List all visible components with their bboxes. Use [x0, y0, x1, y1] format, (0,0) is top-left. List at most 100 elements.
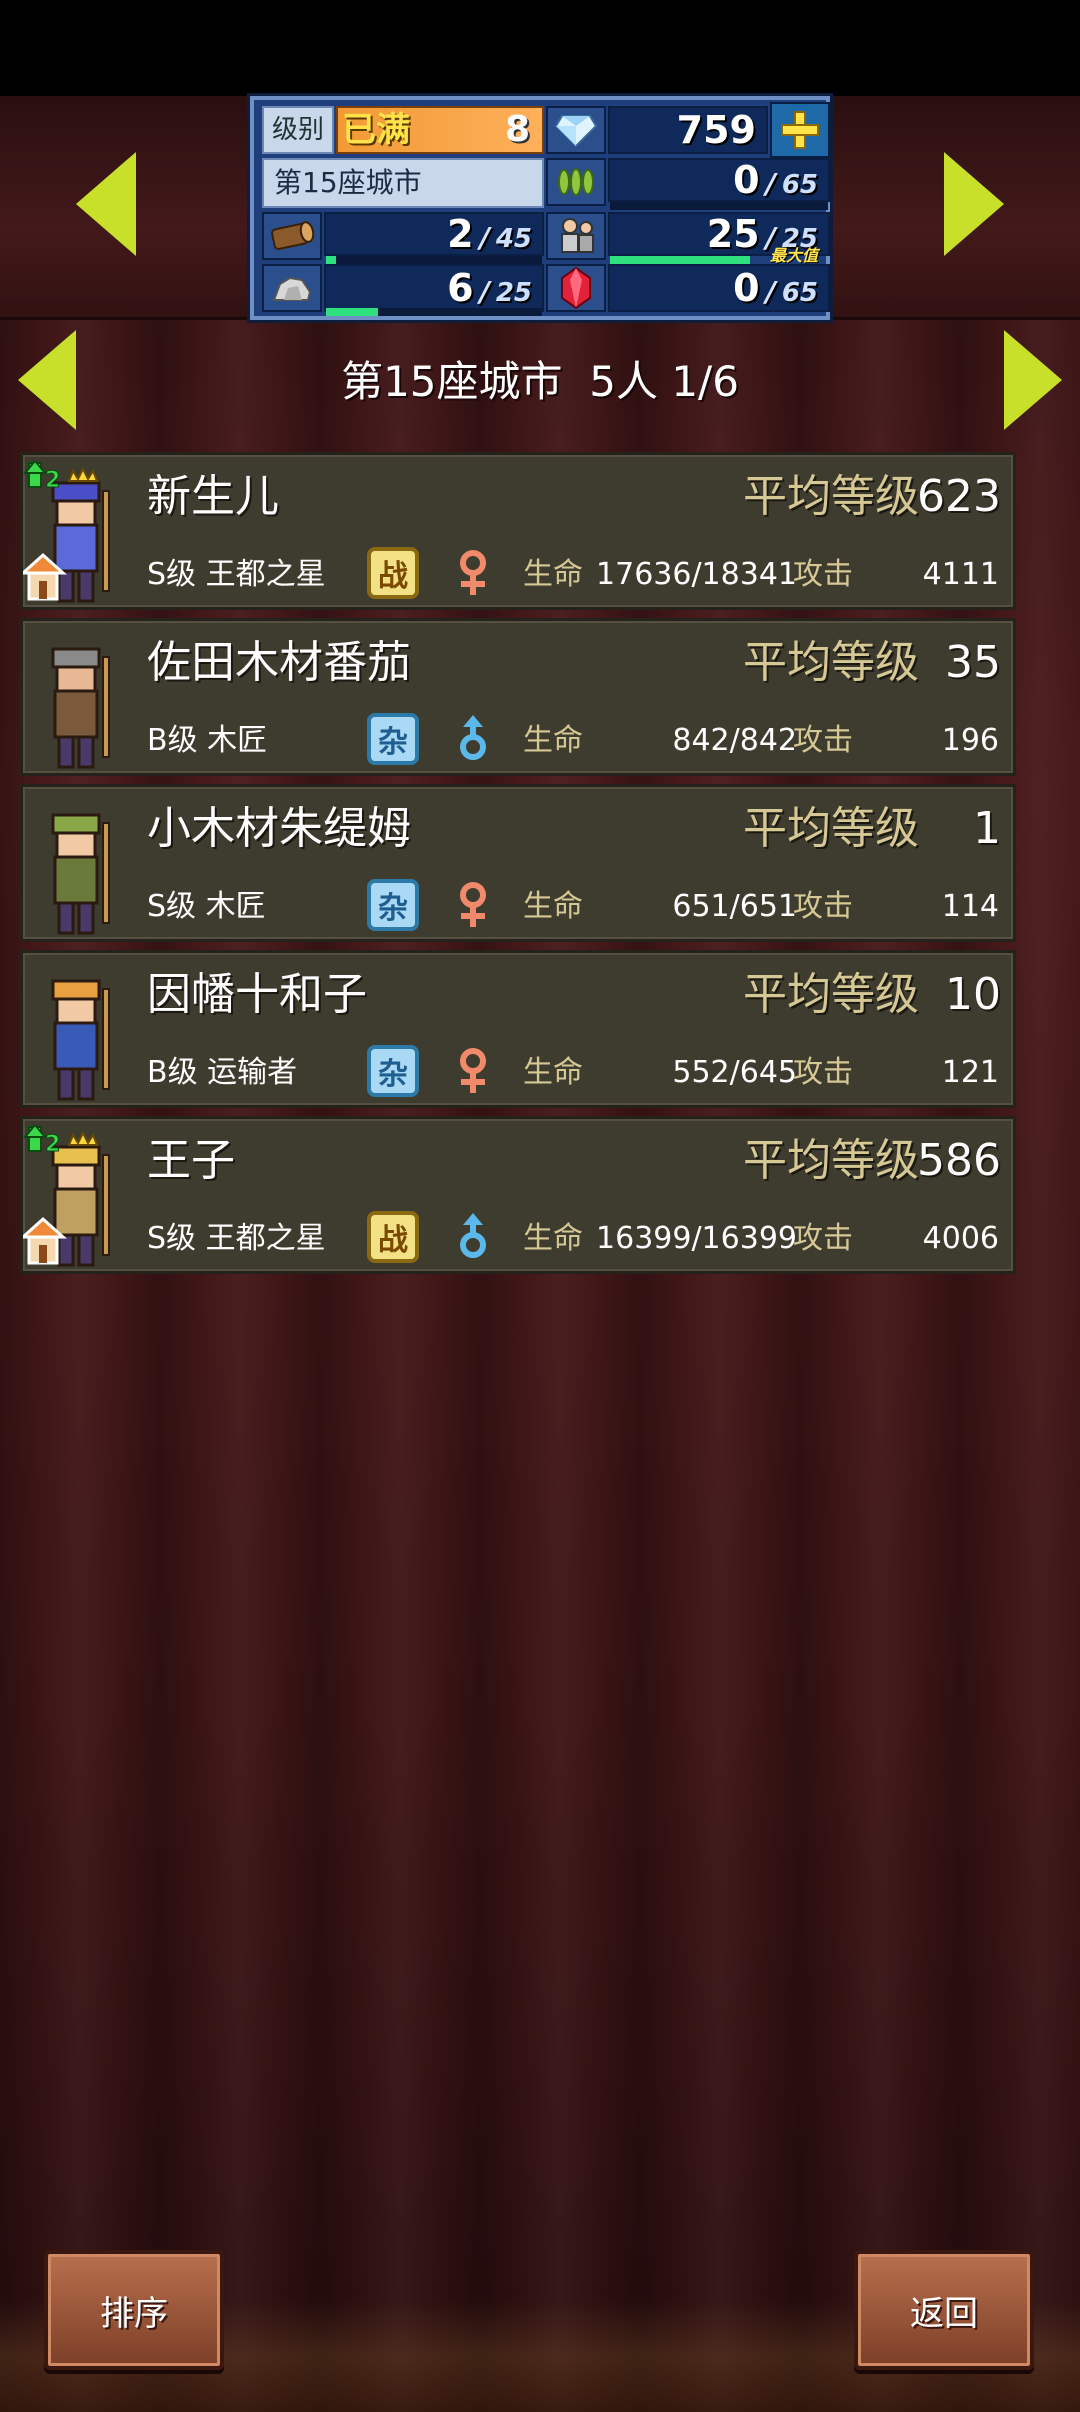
avg-level-value: 10: [945, 969, 1001, 1020]
hp-value: 552/645: [672, 1055, 797, 1090]
promotion-count: 2: [45, 468, 60, 493]
attack-value: 121: [941, 1055, 999, 1090]
female-icon: [460, 550, 486, 595]
rank-job: S级 王都之星: [147, 557, 326, 592]
attack-label: 攻击: [793, 889, 853, 924]
plus-icon: [781, 111, 819, 149]
character-portrait: 2: [23, 1125, 110, 1267]
hp-value: 17636/18341: [596, 557, 797, 592]
rank-job: S级 木匠: [147, 889, 266, 924]
character-portrait: [51, 647, 110, 769]
job-type-badge: 战: [367, 547, 419, 599]
wood-value: 2/45: [324, 212, 544, 256]
resident-row[interactable]: 2 新生儿 平均等级 623 S级 王都之星 战 生命 17636/18341 …: [20, 452, 1016, 610]
next-city-arrow-icon[interactable]: [1004, 330, 1062, 430]
stone-bar: [326, 308, 542, 316]
female-icon: [460, 882, 486, 927]
hp-value: 842/842: [672, 723, 797, 758]
population-bar: [610, 256, 750, 264]
sort-button[interactable]: 排序: [44, 2250, 224, 2370]
job-type-badge: 杂: [367, 1045, 419, 1097]
stone-bar-fill: [326, 308, 378, 316]
rank-job: B级 木匠: [147, 723, 268, 758]
promotion-icon: 2: [23, 1125, 61, 1158]
attack-label: 攻击: [793, 1055, 853, 1090]
resident-name: 因幡十和子: [147, 969, 367, 1020]
stone-icon: [262, 264, 322, 312]
city-title-people: 5人: [589, 357, 658, 406]
hp-label: 生命: [523, 557, 583, 592]
attack-value: 4006: [922, 1221, 999, 1256]
attack-label: 攻击: [793, 557, 853, 592]
rank-job: B级 运输者: [147, 1055, 298, 1090]
wood-icon: [262, 212, 322, 260]
city-title: 第15座城市 5人 1/6: [240, 350, 840, 414]
character-portrait: [51, 979, 110, 1101]
food-bar: [610, 202, 828, 210]
crown-icon: [67, 1130, 99, 1146]
food-icon: [546, 158, 606, 206]
hp-label: 生命: [523, 1221, 583, 1256]
ruby-icon: [546, 264, 606, 312]
level-max-text: 已满: [342, 110, 410, 150]
hp-value: 651/651: [672, 889, 797, 924]
avg-level-label: 平均等级: [743, 1135, 919, 1186]
level-value: 8: [504, 109, 530, 150]
population-max-tag: 最大值: [769, 246, 818, 265]
prev-city-arrow-icon[interactable]: [18, 330, 76, 430]
attack-value: 114: [941, 889, 999, 924]
attack-label: 攻击: [793, 1221, 853, 1256]
avg-level-value: 35: [945, 637, 1001, 688]
avg-level-value: 586: [917, 1135, 1001, 1186]
population-icon: [546, 212, 606, 260]
attack-value: 4111: [922, 557, 999, 592]
level-label: 级别: [262, 106, 334, 154]
character-portrait: [51, 813, 110, 935]
wood-bar: [326, 256, 542, 264]
avg-level-label: 平均等级: [743, 471, 919, 522]
promotion-icon: 2: [23, 461, 61, 494]
level-bar: 已满 8: [336, 106, 544, 154]
avg-level-value: 1: [973, 803, 1001, 854]
crown-icon: [67, 466, 99, 482]
promotion-count: 2: [45, 1132, 60, 1157]
attack-label: 攻击: [793, 723, 853, 758]
hp-label: 生命: [523, 723, 583, 758]
female-icon: [460, 1048, 486, 1093]
avg-level-label: 平均等级: [743, 637, 919, 688]
resident-list: 2 新生儿 平均等级 623 S级 王都之星 战 生命 17636/18341 …: [20, 452, 1016, 1282]
male-icon: [460, 1213, 486, 1258]
hp-label: 生命: [523, 889, 583, 924]
resident-name: 王子: [147, 1135, 235, 1186]
back-button[interactable]: 返回: [854, 2250, 1034, 2370]
resident-row[interactable]: 小木材朱缇姆 平均等级 1 S级 木匠 杂 生命 651/651 攻击 114: [20, 784, 1016, 942]
job-type-badge: 战: [367, 1211, 419, 1263]
avg-level-label: 平均等级: [743, 969, 919, 1020]
resident-row[interactable]: 佐田木材番茄 平均等级 35 B级 木匠 杂 生命 842/842 攻击 196: [20, 618, 1016, 776]
wood-bar-fill: [326, 256, 336, 264]
male-icon: [460, 715, 486, 760]
city-name-box: 第15座城市: [262, 158, 544, 208]
gems-value: 759: [608, 106, 768, 154]
resident-name: 佐田木材番茄: [147, 637, 411, 688]
city-title-name: 第15座城市: [341, 357, 563, 406]
stone-value: 6/25: [324, 264, 544, 312]
city-title-page: 1/6: [671, 357, 739, 406]
hp-value: 16399/16399: [596, 1221, 797, 1256]
prev-panel-arrow-icon[interactable]: [76, 152, 136, 256]
add-gems-button[interactable]: [770, 102, 830, 158]
next-panel-arrow-icon[interactable]: [944, 152, 1004, 256]
avg-level-value: 623: [917, 471, 1001, 522]
rank-job: S级 王都之星: [147, 1221, 326, 1256]
hp-label: 生命: [523, 1055, 583, 1090]
avg-level-label: 平均等级: [743, 803, 919, 854]
population-bar-fill: [610, 256, 750, 264]
status-bar: [0, 0, 1080, 96]
diamond-icon: [546, 106, 606, 154]
job-type-badge: 杂: [367, 713, 419, 765]
resident-name: 新生儿: [147, 471, 279, 522]
resident-row[interactable]: 2 王子 平均等级 586 S级 王都之星 战 生命 16399/16399 攻…: [20, 1116, 1016, 1274]
resident-row[interactable]: 因幡十和子 平均等级 10 B级 运输者 杂 生命 552/645 攻击 121: [20, 950, 1016, 1108]
resource-panel: 级别 已满 8 759 第15座城市 0/65 2/45 25/25 最大值 6…: [250, 96, 830, 320]
attack-value: 196: [941, 723, 999, 758]
